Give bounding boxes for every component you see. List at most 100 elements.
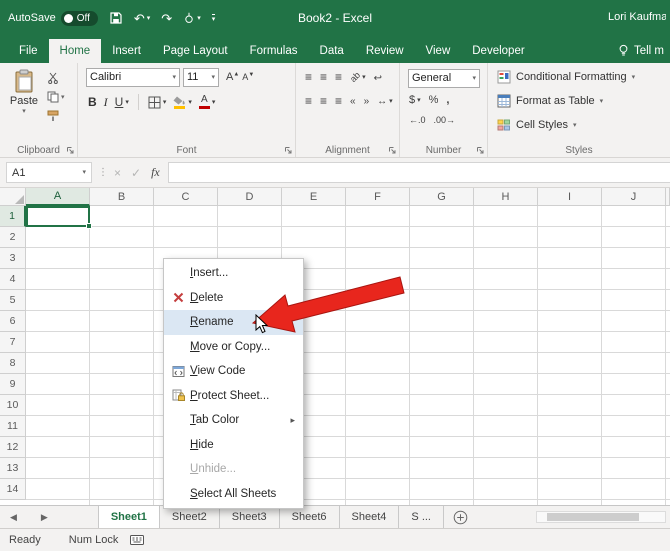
bold-button[interactable]: B — [88, 95, 97, 109]
align-center-button[interactable]: ≡ — [320, 94, 327, 108]
row-header-11[interactable]: 11 — [0, 416, 26, 437]
column-header-i[interactable]: I — [538, 188, 602, 206]
menu-item-protect-sheet[interactable]: Protect Sheet... — [164, 384, 303, 409]
accounting-format-button[interactable]: $▾ — [409, 94, 421, 106]
customize-quick-access-button[interactable]: ▾ — [212, 14, 216, 23]
comma-style-button[interactable]: , — [446, 94, 449, 106]
row-header-5[interactable]: 5 — [0, 290, 26, 311]
menu-item-view-code[interactable]: View Code — [164, 359, 303, 384]
prev-sheet-button[interactable]: ◀ — [10, 512, 17, 523]
font-dialog-launcher[interactable] — [283, 145, 293, 155]
sheet-tab-sheet4[interactable]: Sheet4 — [340, 506, 400, 528]
ribbon-tab-home[interactable]: Home — [49, 39, 102, 63]
formula-bar-handle[interactable]: ⋮ — [92, 167, 114, 178]
menu-item-rename[interactable]: Rename — [164, 310, 303, 335]
row-header-7[interactable]: 7 — [0, 332, 26, 353]
ribbon-tab-developer[interactable]: Developer — [461, 39, 535, 63]
new-sheet-button[interactable] — [444, 506, 477, 528]
align-right-button[interactable]: ≡ — [335, 94, 342, 108]
cell-styles-button[interactable]: Cell Styles ▾ — [490, 113, 668, 137]
alignment-dialog-launcher[interactable] — [387, 145, 397, 155]
orientation-button[interactable]: ab▾ — [350, 72, 366, 82]
row-header-14[interactable]: 14 — [0, 479, 26, 500]
menu-item-unhide[interactable]: Unhide... — [164, 457, 303, 482]
column-header-d[interactable]: D — [218, 188, 282, 206]
ribbon-tab-file[interactable]: File — [8, 39, 49, 63]
formula-input[interactable] — [168, 162, 670, 183]
ribbon-tab-review[interactable]: Review — [355, 39, 415, 63]
align-bottom-button[interactable]: ≡ — [335, 70, 342, 84]
decrease-indent-button[interactable]: « — [350, 96, 356, 107]
menu-item-delete[interactable]: Delete — [164, 286, 303, 311]
column-header-h[interactable]: H — [474, 188, 538, 206]
ribbon-tab-insert[interactable]: Insert — [101, 39, 152, 63]
column-header-f[interactable]: F — [346, 188, 410, 206]
copy-button[interactable]: ▾ — [47, 90, 65, 104]
save-button[interactable] — [109, 11, 123, 25]
align-left-button[interactable]: ≡ — [305, 94, 312, 108]
row-header-8[interactable]: 8 — [0, 353, 26, 374]
sheet-tab-s[interactable]: S ... — [399, 506, 444, 528]
enter-button[interactable]: ✓ — [131, 166, 141, 180]
column-header-b[interactable]: B — [90, 188, 154, 206]
align-top-button[interactable]: ≡ — [305, 70, 312, 84]
merge-center-button[interactable]: ↔▾ — [377, 96, 393, 107]
column-header-a[interactable]: A — [26, 188, 90, 206]
font-name-combo[interactable]: Calibri▾ — [86, 68, 180, 87]
row-header-9[interactable]: 9 — [0, 374, 26, 395]
row-header-3[interactable]: 3 — [0, 248, 26, 269]
number-dialog-launcher[interactable] — [475, 145, 485, 155]
row-header-13[interactable]: 13 — [0, 458, 26, 479]
column-header-g[interactable]: G — [410, 188, 474, 206]
conditional-formatting-button[interactable]: Conditional Formatting ▾ — [490, 65, 668, 89]
ribbon-tab-page-layout[interactable]: Page Layout — [152, 39, 239, 63]
increase-font-size-button[interactable]: A▲ — [226, 71, 239, 83]
autosave-toggle[interactable]: Off — [61, 11, 98, 26]
column-header-c[interactable]: C — [154, 188, 218, 206]
increase-decimal-button[interactable]: ←.0 — [409, 115, 426, 125]
align-middle-button[interactable]: ≡ — [320, 70, 327, 84]
menu-item-hide[interactable]: Hide — [164, 433, 303, 458]
row-header-2[interactable]: 2 — [0, 227, 26, 248]
menu-item-select-all-sheets[interactable]: Select All Sheets — [164, 482, 303, 507]
format-painter-button[interactable] — [47, 109, 65, 123]
name-box[interactable]: A1▾ — [6, 162, 92, 183]
borders-button[interactable]: ▾ — [148, 96, 167, 109]
menu-item-move-or-copy[interactable]: Move or Copy... — [164, 335, 303, 360]
ribbon-tab-view[interactable]: View — [415, 39, 462, 63]
paste-button[interactable]: Paste ▾ — [5, 65, 43, 123]
next-sheet-button[interactable]: ▶ — [41, 512, 48, 523]
scrollbar-thumb[interactable] — [547, 513, 639, 521]
decrease-font-size-button[interactable]: A▼ — [242, 72, 254, 82]
insert-function-button[interactable]: fx — [151, 165, 160, 180]
sheet-tab-sheet6[interactable]: Sheet6 — [280, 506, 340, 528]
row-header-1[interactable]: 1 — [0, 206, 26, 227]
format-as-table-button[interactable]: Format as Table ▾ — [490, 89, 668, 113]
decrease-decimal-button[interactable]: .00→ — [434, 115, 456, 125]
font-size-combo[interactable]: 11▾ — [183, 68, 219, 87]
number-format-combo[interactable]: General▾ — [408, 69, 480, 88]
italic-button[interactable]: I — [104, 95, 108, 110]
macro-record-icon[interactable] — [130, 535, 144, 545]
wrap-text-button[interactable]: ↩ — [374, 70, 382, 84]
select-all-button[interactable] — [0, 188, 26, 206]
menu-item-insert[interactable]: Insert... — [164, 261, 303, 286]
redo-button[interactable]: ↷ — [161, 12, 172, 25]
sheet-tab-sheet3[interactable]: Sheet3 — [220, 506, 280, 528]
percent-style-button[interactable]: % — [429, 94, 439, 106]
underline-button[interactable]: U▾ — [115, 95, 129, 109]
tell-me-box[interactable]: Tell m — [612, 38, 670, 63]
row-header-12[interactable]: 12 — [0, 437, 26, 458]
font-color-button[interactable]: A▾ — [199, 95, 216, 109]
scrollbar-track[interactable] — [536, 511, 666, 523]
undo-button[interactable]: ↶▾ — [134, 12, 150, 25]
ribbon-tab-formulas[interactable]: Formulas — [239, 39, 309, 63]
menu-item-tab-color[interactable]: Tab Color▸ — [164, 408, 303, 433]
sheet-tab-sheet2[interactable]: Sheet2 — [160, 506, 220, 528]
row-header-6[interactable]: 6 — [0, 311, 26, 332]
column-header-j[interactable]: J — [602, 188, 666, 206]
increase-indent-button[interactable]: » — [364, 96, 370, 107]
row-header-4[interactable]: 4 — [0, 269, 26, 290]
cut-button[interactable] — [47, 71, 65, 85]
row-header-10[interactable]: 10 — [0, 395, 26, 416]
